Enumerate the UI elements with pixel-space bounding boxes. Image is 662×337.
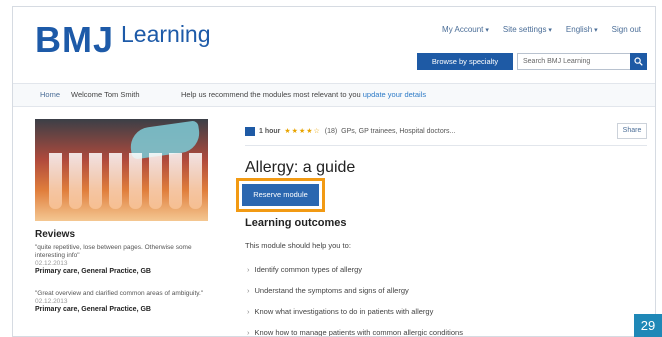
test-tube [149, 153, 162, 209]
review-quote: "Great overview and clarified common are… [35, 290, 204, 297]
module-audience: GPs, GP trainees, Hospital doctors... [341, 128, 456, 135]
test-tube [129, 153, 142, 209]
rating-count: (18) [324, 128, 338, 135]
welcome-greeting: Welcome Tom Smith [71, 90, 140, 99]
search-icon [634, 57, 643, 66]
search-button[interactable] [630, 53, 647, 70]
site-settings-link[interactable]: Site settings [503, 25, 552, 34]
search-input[interactable]: Search BMJ Learning [517, 53, 632, 70]
reserve-module-button[interactable]: Reserve module [242, 184, 319, 206]
recommend-text: Help us recommend the modules most relev… [181, 90, 361, 99]
review-author: Primary care, General Practice, GB [35, 268, 151, 275]
share-button[interactable]: Share [617, 123, 647, 139]
bmj-logo[interactable]: BMJ [35, 19, 114, 61]
update-details-link[interactable]: update your details [363, 90, 426, 99]
module-meta: 1 hour ★★★★☆ (18) GPs, GP trainees, Hospit… [245, 125, 455, 139]
module-duration: 1 hour [259, 128, 281, 135]
browse-by-specialty-button[interactable]: Browse by specialty [417, 53, 513, 70]
browser-page: BMJ Learning My Account Site settings En… [12, 6, 656, 337]
welcome-bar: Home Welcome Tom Smith Help us recommend… [13, 83, 655, 107]
test-tube [89, 153, 102, 209]
outcome-item: Know how to manage patients with common … [247, 328, 463, 336]
reviews-heading: Reviews [35, 229, 76, 240]
language-link[interactable]: English [566, 25, 598, 34]
review-item: "Great overview and clarified common are… [35, 290, 210, 314]
module-format-icon [245, 126, 255, 136]
my-account-link[interactable]: My Account [442, 25, 489, 34]
recommend-message: Help us recommend the modules most relev… [181, 84, 426, 106]
outcome-item: Understand the symptoms and signs of all… [247, 286, 409, 295]
review-author: Primary care, General Practice, GB [35, 306, 151, 313]
home-breadcrumb[interactable]: Home [40, 84, 60, 106]
outcomes-intro: This module should help you to: [245, 241, 351, 250]
test-tube [109, 153, 122, 209]
rating-stars: ★★★★☆ [284, 128, 321, 135]
page-number-badge: 29 [634, 314, 662, 337]
review-quote: "quite repetitive, lose between pages. O… [35, 244, 192, 259]
review-date: 02.12.2013 [35, 298, 68, 305]
outcome-item: Identify common types of allergy [247, 265, 363, 274]
test-tube [189, 153, 202, 209]
module-image [35, 119, 208, 221]
test-tube [49, 153, 62, 209]
review-item: "quite repetitive, lose between pages. O… [35, 244, 210, 276]
learning-outcomes-heading: Learning outcomes [245, 217, 347, 229]
test-tube [169, 153, 182, 209]
sign-out-link[interactable]: Sign out [612, 25, 641, 34]
account-links: My Account Site settings English Sign ou… [442, 25, 641, 34]
learning-logo-text: Learning [121, 21, 211, 47]
outcome-item: Know what investigations to do in patien… [247, 307, 434, 316]
divider [245, 145, 647, 146]
test-tube [69, 153, 82, 209]
module-title: Allergy: a guide [245, 159, 356, 176]
review-date: 02.12.2013 [35, 260, 68, 267]
